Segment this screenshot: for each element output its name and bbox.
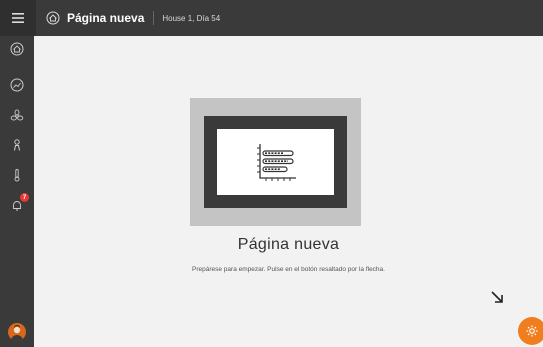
chart-board-icon <box>256 144 296 181</box>
settings-gear-icon <box>526 325 538 337</box>
person-icon <box>14 139 20 151</box>
page-title: Página nueva <box>237 236 340 253</box>
illustration-screen <box>217 129 334 195</box>
notification-badge: 7 <box>20 193 29 202</box>
house-check-icon <box>46 11 60 25</box>
house-chart-icon <box>10 78 24 92</box>
page-header-title: Página nueva <box>67 11 145 25</box>
top-bar: Página nueva House 1, Día 54 <box>0 0 543 36</box>
new-page-illustration <box>190 98 361 226</box>
menu-button[interactable] <box>0 0 36 36</box>
app-root: Página nueva House 1, Día 54 7 Página nu… <box>0 0 543 347</box>
arrow-down-right-icon <box>491 291 503 303</box>
illustration-frame <box>204 116 347 208</box>
settings-button[interactable] <box>518 317 543 345</box>
hamburger-icon <box>12 13 24 23</box>
main-content: Página nueva Prepárese para empezar. Pul… <box>34 36 543 347</box>
header-subtitle: House 1, Día 54 <box>162 13 221 23</box>
sidebar: 7 <box>0 36 34 347</box>
fan-icon <box>10 109 24 121</box>
header-divider <box>153 11 155 25</box>
avatar[interactable] <box>8 323 26 341</box>
house-check-icon <box>10 42 24 56</box>
sidebar-item-temperature[interactable] <box>9 167 25 183</box>
sidebar-item-house[interactable] <box>9 41 25 57</box>
user-avatar-icon <box>11 325 23 341</box>
page-description: Prepárese para empezar. Pulse en el botó… <box>192 266 385 273</box>
thermometer-icon <box>14 169 20 182</box>
sidebar-item-house-chart[interactable] <box>9 77 25 93</box>
sidebar-item-person[interactable] <box>9 137 25 153</box>
sidebar-item-ventilation[interactable] <box>9 108 25 124</box>
sidebar-item-notifications[interactable]: 7 <box>9 193 29 213</box>
header-title-group: Página nueva House 1, Día 54 <box>36 11 220 25</box>
